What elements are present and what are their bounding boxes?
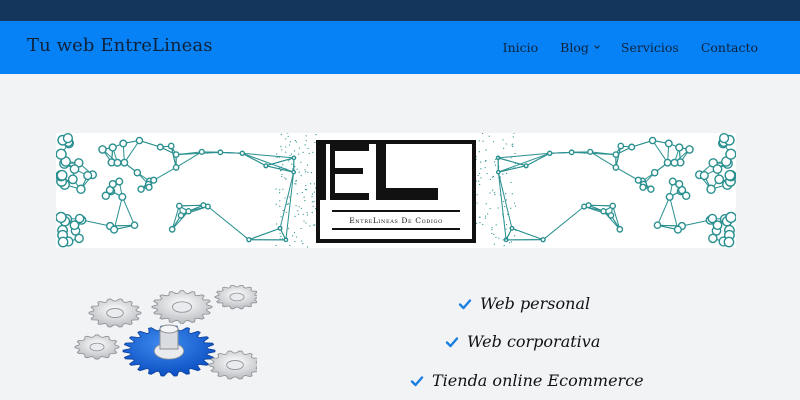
menu-item-label: Servicios: [620, 40, 679, 55]
service-item: Web corporativa: [445, 332, 600, 351]
service-label: Web corporativa: [467, 332, 601, 351]
service-item: Tienda online Ecommerce: [410, 371, 644, 390]
menu-item-blog[interactable]: Blog: [560, 40, 600, 55]
menu-item-contacto[interactable]: Contacto: [701, 40, 758, 55]
brand-logo: EntreLineas De Codigo: [316, 140, 476, 243]
service-label: Web personal: [480, 294, 591, 313]
hero-banner: EntreLineas De Codigo: [56, 133, 736, 248]
site-title[interactable]: Tu web EntreLineas: [27, 35, 213, 56]
menu-item-servicios[interactable]: Servicios: [621, 40, 679, 55]
menu-item-label: Blog: [560, 40, 589, 55]
chevron-down-icon: [594, 42, 600, 49]
menu-item-label: Contacto: [700, 40, 758, 55]
logo-caption: EntreLineas De Codigo: [349, 216, 443, 225]
service-label: Tienda online Ecommerce: [432, 371, 644, 390]
menu-item-label: Inicio: [502, 40, 539, 55]
check-icon: [458, 298, 472, 309]
top-bar: [0, 0, 800, 21]
check-icon: [410, 375, 424, 386]
logo-rule: [332, 228, 460, 230]
gears-image: [57, 285, 257, 400]
navigation-bar: Tu web EntreLineas Inicio Blog Servicios…: [0, 21, 800, 74]
service-item: Web personal: [458, 294, 590, 313]
logo-el-icon: [320, 144, 438, 200]
check-icon: [445, 336, 459, 347]
main-menu: Inicio Blog Servicios Contacto: [481, 40, 758, 55]
menu-item-inicio[interactable]: Inicio: [503, 40, 539, 55]
logo-rule: [332, 210, 460, 212]
gears-illustration: [74, 285, 257, 380]
